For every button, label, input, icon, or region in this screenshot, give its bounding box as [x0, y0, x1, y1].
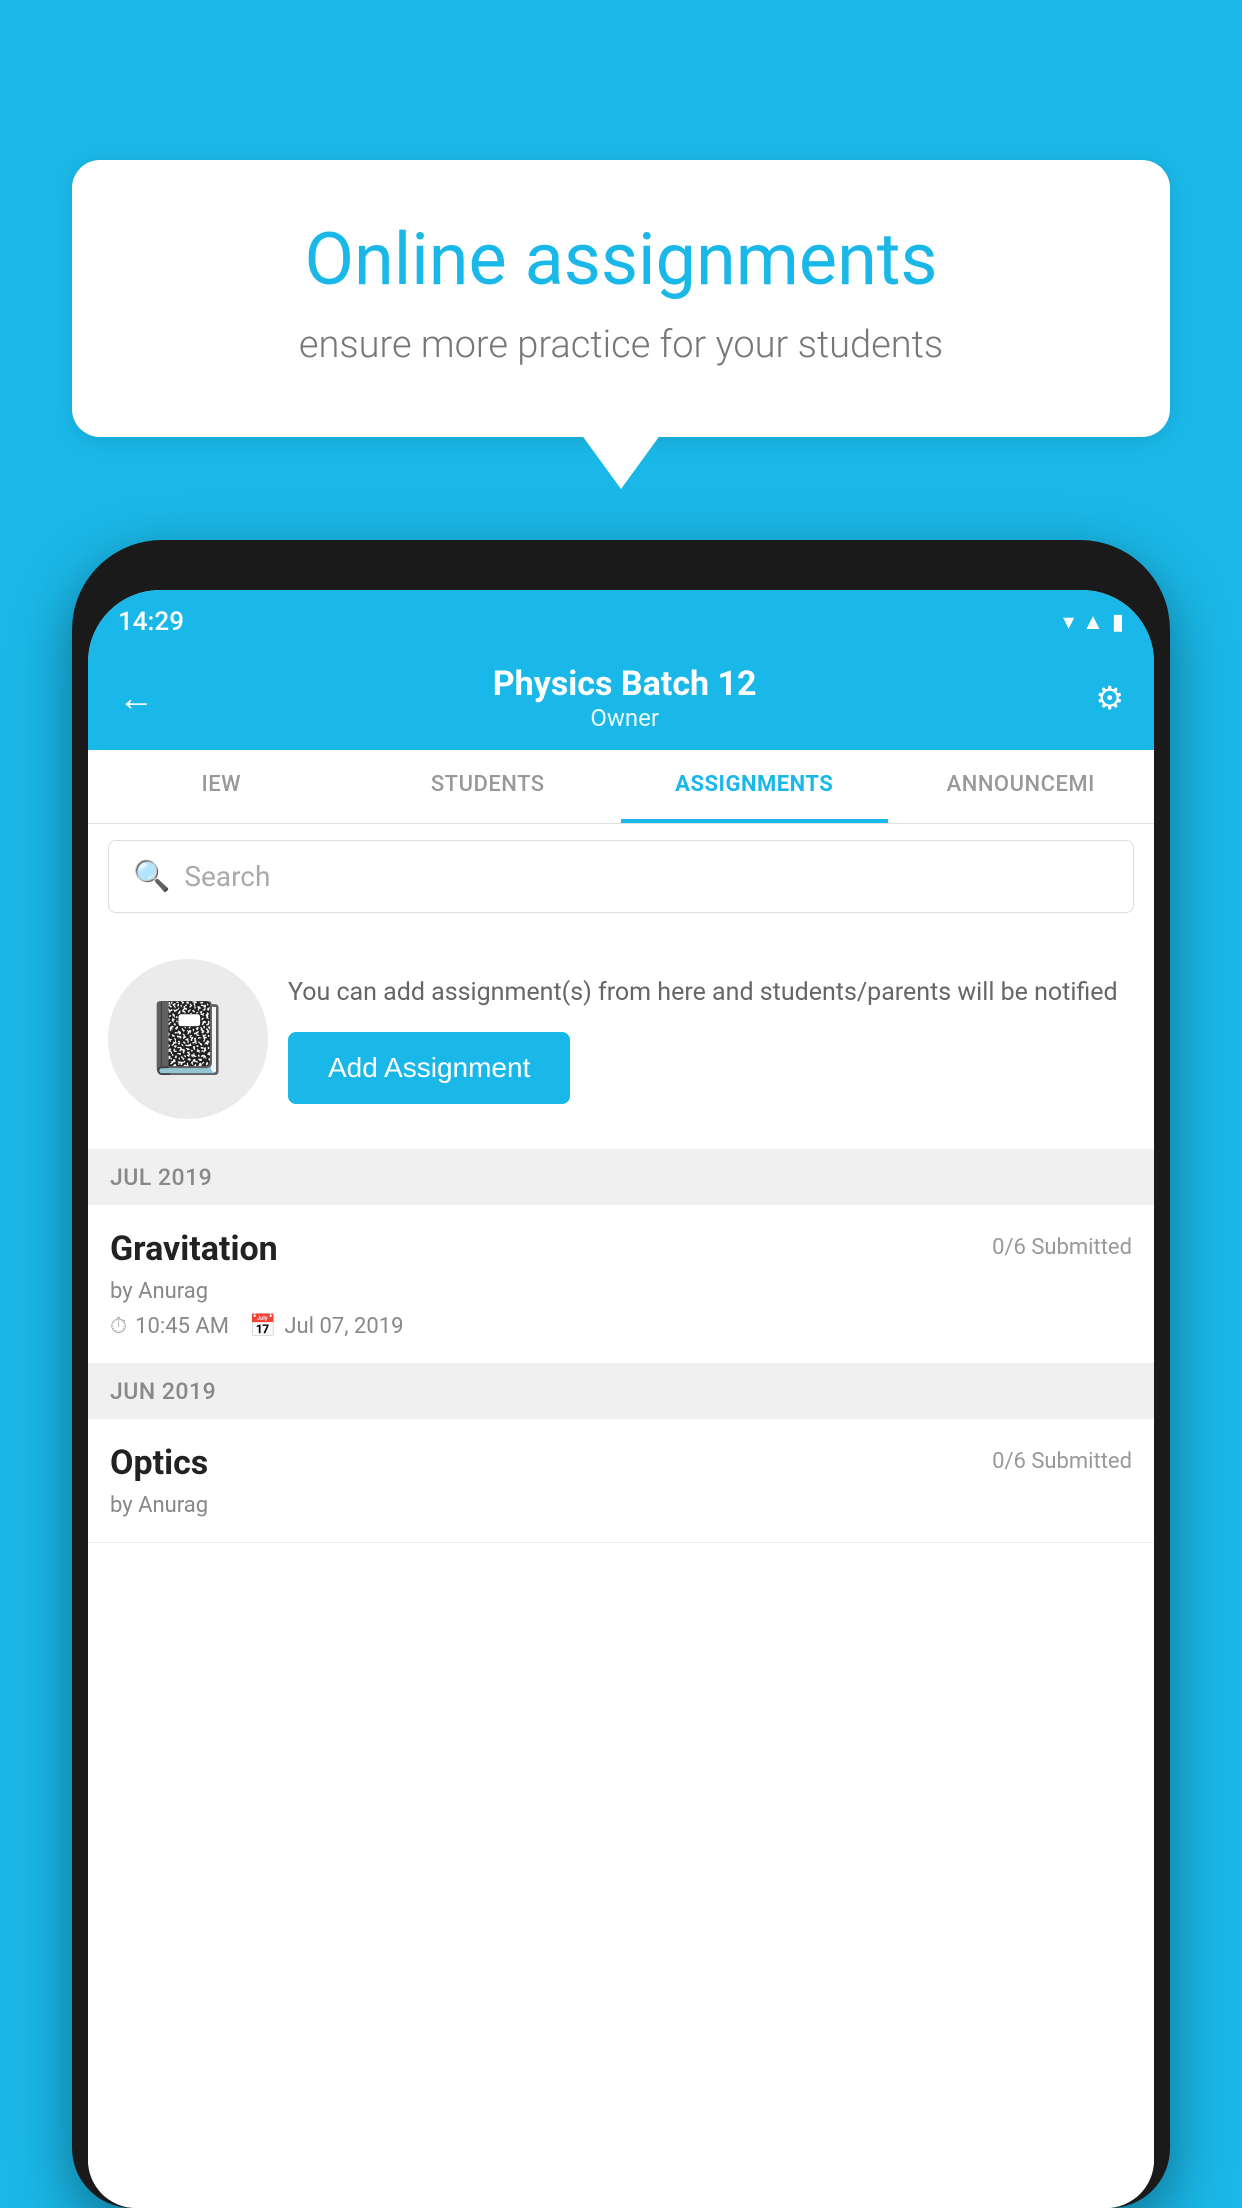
- section-header-jun: JUN 2019: [88, 1364, 1154, 1419]
- header-center: Physics Batch 12 Owner: [154, 664, 1095, 732]
- settings-icon[interactable]: ⚙: [1095, 679, 1124, 717]
- assignment-by-optics: by Anurag: [110, 1493, 208, 1518]
- header-title: Physics Batch 12: [154, 664, 1095, 704]
- search-placeholder: Search: [184, 860, 270, 893]
- status-bar: 14:29 ▾ ▲ ▮: [88, 590, 1154, 646]
- tab-assignments[interactable]: ASSIGNMENTS: [621, 750, 888, 823]
- add-assignment-description: You can add assignment(s) from here and …: [288, 974, 1134, 1012]
- status-icons: ▾ ▲ ▮: [1063, 609, 1124, 635]
- assignment-row: Gravitation 0/6 Submitted: [110, 1229, 1132, 1269]
- speech-bubble-subtitle: ensure more practice for your students: [152, 323, 1090, 367]
- section-header-jul: JUL 2019: [88, 1150, 1154, 1205]
- assignment-date-value: Jul 07, 2019: [284, 1314, 403, 1339]
- battery-icon: ▮: [1112, 610, 1124, 635]
- assignment-date-gravitation: 📅 Jul 07, 2019: [249, 1314, 403, 1339]
- phone-notch: [561, 540, 681, 580]
- assignment-submitted-gravitation: 0/6 Submitted: [992, 1235, 1132, 1260]
- app-header: ← Physics Batch 12 Owner ⚙: [88, 646, 1154, 750]
- add-assignment-section: 📓 You can add assignment(s) from here an…: [88, 929, 1154, 1150]
- header-subtitle: Owner: [154, 704, 1095, 732]
- assignment-time-gravitation: ⏱ 10:45 AM: [110, 1314, 229, 1339]
- phone-frame: 14:29 ▾ ▲ ▮ ← Physics Batch 12 Owner ⚙ I…: [72, 540, 1170, 2208]
- assignment-meta-gravitation: by Anurag: [110, 1279, 1132, 1304]
- assignment-row-optics: Optics 0/6 Submitted: [110, 1443, 1132, 1483]
- wifi-icon: ▾: [1063, 610, 1074, 635]
- speech-bubble-container: Online assignments ensure more practice …: [72, 160, 1170, 437]
- assignment-item-gravitation[interactable]: Gravitation 0/6 Submitted by Anurag ⏱ 10…: [88, 1205, 1154, 1364]
- search-icon: 🔍: [133, 859, 170, 894]
- status-time: 14:29: [118, 607, 184, 637]
- search-bar[interactable]: 🔍 Search: [108, 840, 1134, 913]
- tabs-bar: IEW STUDENTS ASSIGNMENTS ANNOUNCEMI: [88, 750, 1154, 824]
- content-area: 🔍 Search 📓 You can add assignment(s) fro…: [88, 824, 1154, 2208]
- calendar-icon: 📅: [249, 1314, 276, 1339]
- speech-bubble: Online assignments ensure more practice …: [72, 160, 1170, 437]
- tab-overview[interactable]: IEW: [88, 750, 355, 823]
- notebook-icon: 📓: [144, 998, 231, 1080]
- assignment-item-optics[interactable]: Optics 0/6 Submitted by Anurag: [88, 1419, 1154, 1543]
- add-assignment-button[interactable]: Add Assignment: [288, 1032, 570, 1104]
- clock-icon: ⏱: [110, 1314, 127, 1339]
- phone-screen: 14:29 ▾ ▲ ▮ ← Physics Batch 12 Owner ⚙ I…: [88, 590, 1154, 2208]
- assignment-datetime-gravitation: ⏱ 10:45 AM 📅 Jul 07, 2019: [110, 1314, 1132, 1339]
- signal-icon: ▲: [1082, 609, 1104, 635]
- speech-bubble-title: Online assignments: [152, 220, 1090, 299]
- assignment-submitted-optics: 0/6 Submitted: [992, 1449, 1132, 1474]
- tab-announcements[interactable]: ANNOUNCEMI: [888, 750, 1155, 823]
- assignment-by-gravitation: by Anurag: [110, 1279, 208, 1304]
- assignment-time-value: 10:45 AM: [135, 1314, 229, 1339]
- tab-students[interactable]: STUDENTS: [355, 750, 622, 823]
- assignment-name-optics: Optics: [110, 1443, 208, 1483]
- assignment-name-gravitation: Gravitation: [110, 1229, 278, 1269]
- back-button[interactable]: ←: [118, 677, 154, 719]
- search-container: 🔍 Search: [88, 824, 1154, 929]
- assignment-meta-optics: by Anurag: [110, 1493, 1132, 1518]
- add-assignment-right: You can add assignment(s) from here and …: [288, 974, 1134, 1104]
- notebook-icon-circle: 📓: [108, 959, 268, 1119]
